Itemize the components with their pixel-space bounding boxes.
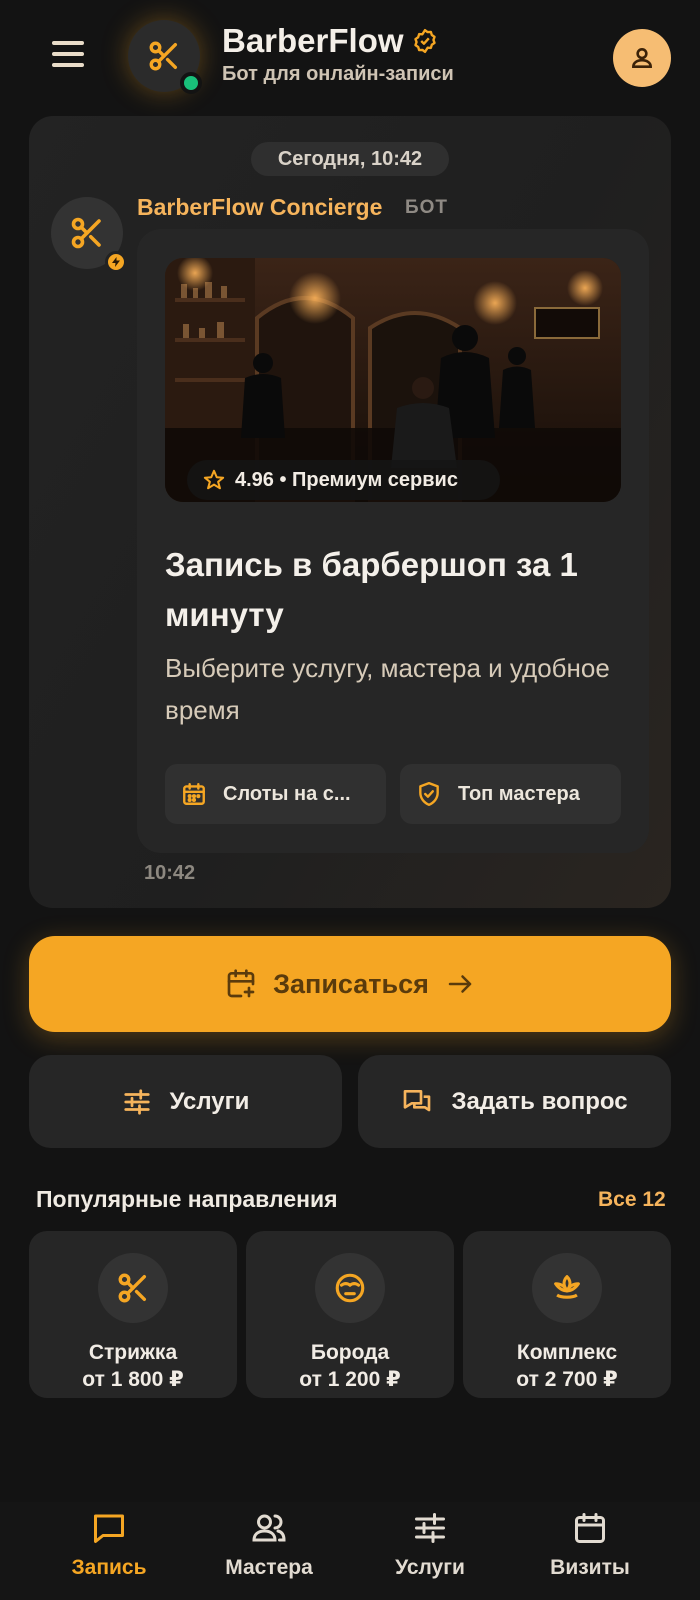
calendar-icon xyxy=(575,1513,605,1543)
card-title: Запись в барбершоп за 1 минуту xyxy=(165,546,578,633)
category-icon-wrap xyxy=(315,1253,385,1323)
book-button-label: Записаться xyxy=(273,968,429,999)
ask-question-label: Задать вопрос xyxy=(451,1087,628,1115)
popular-title: Популярные направления xyxy=(36,1186,338,1212)
arrow-right-icon xyxy=(448,975,472,993)
category-name: Борода xyxy=(310,1341,390,1364)
nav-item-services[interactable]: Услуги xyxy=(360,1510,500,1594)
scissors-icon xyxy=(149,41,178,71)
nav-item-masters[interactable]: Мастера xyxy=(199,1510,339,1594)
ask-question-button[interactable]: Задать вопрос xyxy=(358,1055,671,1148)
top-masters-chip[interactable]: Топ мастера xyxy=(400,764,621,824)
date-label: Сегодня, 10:42 xyxy=(251,142,449,176)
profile-button[interactable] xyxy=(613,29,671,87)
category-card-haircut[interactable]: Стрижка от 1 800 ₽ xyxy=(29,1231,237,1398)
category-name: Стрижка xyxy=(88,1341,178,1364)
chip-label: Слоты на с... xyxy=(223,782,351,805)
nav-label: Запись xyxy=(71,1556,147,1579)
app-title: BarberFlow xyxy=(222,22,404,59)
bottom-navigation: Запись Мастера Услуги Визиты xyxy=(0,1502,700,1600)
chat-bubbles-icon xyxy=(404,1089,431,1111)
bolt-icon xyxy=(112,257,120,267)
shield-check-icon xyxy=(419,781,439,807)
users-icon xyxy=(252,1514,286,1542)
menu-line xyxy=(52,63,84,67)
see-all-link[interactable]: Все 12 xyxy=(598,1188,666,1212)
nav-item-visits[interactable]: Визиты xyxy=(520,1510,660,1594)
scissors-icon xyxy=(118,1273,147,1303)
services-button[interactable]: Услуги xyxy=(29,1055,342,1148)
book-button[interactable]: Записаться xyxy=(29,936,671,1032)
category-price: от 1 200 ₽ xyxy=(299,1368,401,1391)
app-title-row: BarberFlow xyxy=(222,22,438,60)
sliders-icon xyxy=(123,1088,150,1115)
category-card-complex[interactable]: Комплекс от 2 700 ₽ xyxy=(463,1231,671,1398)
category-price: от 2 700 ₽ xyxy=(516,1368,618,1391)
app-subtitle: Бот для онлайн-записи xyxy=(222,63,454,85)
chip-label: Топ мастера xyxy=(458,782,580,805)
menu-button[interactable] xyxy=(44,36,92,72)
category-price: от 1 800 ₽ xyxy=(82,1368,184,1391)
menu-line xyxy=(52,41,84,45)
card-description: Выберите услугу, мастера и удобное время xyxy=(165,653,610,725)
nav-label: Мастера xyxy=(225,1556,313,1579)
bolt-badge xyxy=(105,251,127,273)
category-icon-wrap xyxy=(532,1253,602,1323)
sliders-icon xyxy=(415,1513,445,1543)
beard-face-icon xyxy=(335,1273,365,1303)
bot-name: BarberFlow Concierge xyxy=(137,194,383,220)
lotus-icon xyxy=(554,1275,580,1299)
star-icon xyxy=(203,469,225,490)
user-icon xyxy=(632,48,652,68)
nav-label: Услуги xyxy=(395,1556,465,1579)
bot-tag: БОТ xyxy=(405,197,449,218)
rating-badge: 4.96 • Премиум сервис xyxy=(187,460,500,500)
nav-label: Визиты xyxy=(550,1556,630,1579)
verified-badge-icon xyxy=(413,28,436,54)
rating-text: 4.96 • Премиум сервис xyxy=(235,468,458,491)
message-time: 10:42 xyxy=(144,862,196,884)
scissors-icon xyxy=(71,217,101,249)
online-status-dot xyxy=(180,72,202,94)
chat-icon xyxy=(94,1514,124,1543)
menu-line xyxy=(52,52,84,56)
slots-chip[interactable]: Слоты на с... xyxy=(165,764,386,824)
category-icon-wrap xyxy=(98,1253,168,1323)
services-button-label: Услуги xyxy=(169,1087,250,1115)
calendar-plus-icon xyxy=(227,969,255,998)
category-name: Комплекс xyxy=(516,1341,618,1364)
category-card-beard[interactable]: Борода от 1 200 ₽ xyxy=(246,1231,454,1398)
calendar-icon xyxy=(183,783,205,805)
nav-item-booking[interactable]: Запись xyxy=(39,1510,179,1594)
